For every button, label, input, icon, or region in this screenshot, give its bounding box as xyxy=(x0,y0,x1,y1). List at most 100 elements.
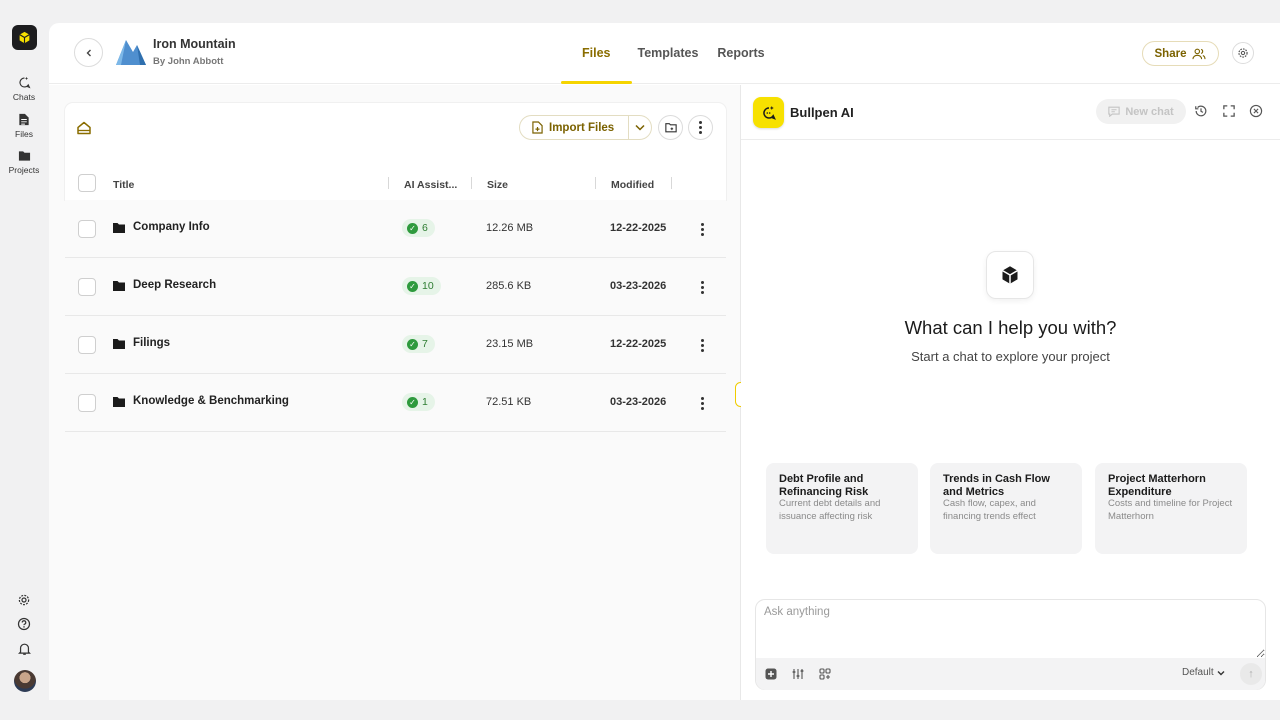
app-logo[interactable] xyxy=(12,25,37,50)
file-name[interactable]: Deep Research xyxy=(133,279,216,291)
chevron-left-icon xyxy=(86,49,91,56)
row-more-button[interactable] xyxy=(693,219,711,239)
row-more-button[interactable] xyxy=(693,393,711,413)
model-select[interactable]: Default xyxy=(1182,667,1225,678)
table-header: Title AI Assist... Size Modified xyxy=(65,170,726,200)
back-button[interactable] xyxy=(74,38,103,67)
import-options-dropdown[interactable] xyxy=(629,116,651,139)
settings-sliders-button[interactable] xyxy=(791,667,805,681)
share-button[interactable]: Share xyxy=(1142,41,1219,66)
chat-input[interactable] xyxy=(756,600,1265,658)
tab-files[interactable]: Files xyxy=(561,23,632,84)
import-files-button[interactable]: Import Files xyxy=(520,116,629,139)
model-label: Default xyxy=(1182,667,1214,678)
ai-assist-badge: ✓ 6 xyxy=(402,219,435,237)
expand-button[interactable] xyxy=(1221,103,1237,119)
check-icon: ✓ xyxy=(407,338,418,350)
history-icon xyxy=(1195,105,1207,117)
attach-button[interactable] xyxy=(764,667,778,681)
project-settings-button[interactable] xyxy=(1232,42,1254,64)
file-name[interactable]: Company Info xyxy=(133,221,210,233)
tab-bar: Files Templates Reports xyxy=(561,23,786,84)
column-title[interactable]: Title xyxy=(113,179,134,191)
column-modified[interactable]: Modified xyxy=(611,179,654,191)
ai-assist-badge: ✓ 1 xyxy=(402,393,435,411)
grid-icon xyxy=(819,668,831,680)
help-button[interactable] xyxy=(14,614,34,634)
file-modified: 12-22-2025 xyxy=(610,338,667,350)
file-icon xyxy=(19,113,29,126)
chevron-down-icon xyxy=(1217,670,1225,675)
column-ai-assist[interactable]: AI Assist... xyxy=(404,179,457,191)
column-separator[interactable] xyxy=(388,177,389,189)
table-row[interactable]: Filings ✓ 7 23.15 MB 12-22-2025 xyxy=(65,316,726,374)
file-name[interactable]: Knowledge & Benchmarking xyxy=(133,395,289,407)
folder-icon xyxy=(113,339,125,349)
rail-item-projects[interactable]: Projects xyxy=(0,150,48,175)
files-toolbar: Import Files Title AI Assist... Size Mod… xyxy=(65,103,726,200)
row-checkbox[interactable] xyxy=(78,220,96,238)
row-checkbox[interactable] xyxy=(78,336,96,354)
notifications-button[interactable] xyxy=(14,639,34,659)
column-size[interactable]: Size xyxy=(487,179,508,191)
new-chat-button[interactable]: New chat xyxy=(1096,99,1186,124)
share-label: Share xyxy=(1154,47,1187,60)
close-button[interactable] xyxy=(1248,103,1264,119)
suggestion-description: Costs and timeline for Project Matterhor… xyxy=(1108,498,1233,522)
file-modified: 03-23-2026 xyxy=(610,280,667,292)
ai-count: 7 xyxy=(422,338,428,350)
chat-composer: Default ↑ xyxy=(755,599,1266,690)
new-folder-button[interactable] xyxy=(658,115,683,140)
composer-toolbar: Default ↑ xyxy=(756,658,1265,690)
tab-templates[interactable]: Templates xyxy=(632,23,709,84)
bell-icon xyxy=(17,643,31,655)
rail-item-chats[interactable]: Chats xyxy=(0,76,48,102)
home-icon[interactable] xyxy=(76,120,92,136)
column-separator[interactable] xyxy=(595,177,596,189)
folder-icon xyxy=(113,223,125,233)
files-more-button[interactable] xyxy=(688,115,713,140)
check-icon: ✓ xyxy=(407,280,418,292)
ai-count: 1 xyxy=(422,396,428,408)
table-row[interactable]: Knowledge & Benchmarking ✓ 1 72.51 KB 03-… xyxy=(65,374,726,432)
file-modified: 12-22-2025 xyxy=(610,222,667,234)
hero-title: What can I help you with? xyxy=(904,317,1117,338)
suggestion-card[interactable]: Trends in Cash Flow and Metrics Cash flo… xyxy=(930,463,1082,554)
suggestion-title: Project Matterhorn Expenditure xyxy=(1108,473,1206,498)
rail-item-files[interactable]: Files xyxy=(0,113,48,139)
row-checkbox[interactable] xyxy=(78,394,96,412)
column-separator[interactable] xyxy=(471,177,472,189)
gear-icon xyxy=(1238,48,1248,58)
project-title: Iron Mountain xyxy=(153,37,236,51)
avatar[interactable] xyxy=(14,670,36,692)
file-name[interactable]: Filings xyxy=(133,337,170,349)
project-logo xyxy=(116,40,146,65)
sliders-icon xyxy=(792,669,804,679)
row-more-button[interactable] xyxy=(693,335,711,355)
rail-item-label: Chats xyxy=(12,92,36,102)
select-all-checkbox[interactable] xyxy=(78,174,96,192)
suggestion-card[interactable]: Project Matterhorn Expenditure Costs and… xyxy=(1095,463,1247,554)
file-plus-icon xyxy=(532,121,543,134)
send-button[interactable]: ↑ xyxy=(1240,663,1262,685)
ai-panel: Bullpen AI New chat What can I help you … xyxy=(741,85,1280,700)
bullpen-logo-icon xyxy=(986,251,1034,299)
ai-assist-badge: ✓ 7 xyxy=(402,335,435,353)
suggestion-card[interactable]: Debt Profile and Refinancing Risk Curren… xyxy=(766,463,918,554)
row-checkbox[interactable] xyxy=(78,278,96,296)
settings-icon xyxy=(18,594,30,606)
file-size: 23.15 MB xyxy=(486,338,534,350)
files-panel: Import Files Title AI Assist... Size Mod… xyxy=(49,85,740,700)
table-row[interactable]: Deep Research ✓ 10 285.6 KB 03-23-2026 xyxy=(65,258,726,316)
column-separator[interactable] xyxy=(671,177,672,189)
rail-item-label: Files xyxy=(15,129,33,139)
tab-reports[interactable]: Reports xyxy=(708,23,785,84)
table-row[interactable]: Company Info ✓ 6 12.26 MB 12-22-2025 xyxy=(65,200,726,258)
hero-subtitle: Start a chat to explore your project xyxy=(911,349,1110,364)
expand-icon xyxy=(1223,105,1235,117)
history-button[interactable] xyxy=(1193,103,1209,119)
settings-button[interactable] xyxy=(14,590,34,610)
row-more-button[interactable] xyxy=(693,277,711,297)
file-size: 285.6 KB xyxy=(486,280,532,292)
apps-button[interactable] xyxy=(818,667,832,681)
